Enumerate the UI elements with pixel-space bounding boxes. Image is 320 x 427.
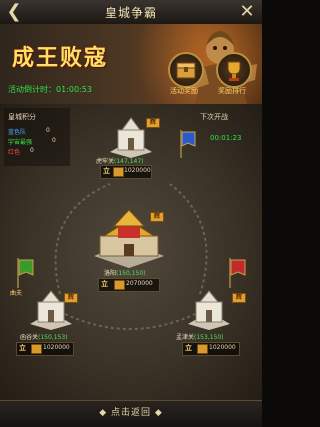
luoyang-gold-icon [114,280,125,290]
right-ornament-icon: ◆ [154,408,163,418]
ranking-trophy-icon [227,61,241,81]
faction-red-name: 红色 [8,149,21,156]
return-button[interactable]: ◆ 点击返回 ◆ [70,404,192,422]
faction-green-score: 0 [52,137,56,144]
hangu-reward: 1020000 [43,344,70,351]
ranking-button[interactable] [216,52,252,88]
mengjin-tag: 辉 [232,293,246,303]
return-label: 点击返回 [110,408,151,418]
hulao-li: 立 [103,167,110,175]
left-ornament-icon: ◆ [99,408,108,418]
hulao-coords: (147,147) [114,158,144,165]
luoyang-name: 洛阳 [104,270,117,277]
hulao-name: 虎牢关 [96,158,115,165]
hulao-tag: 辉 [146,118,160,128]
player-flag-label: 曲夫 [10,290,23,297]
event-reward-button[interactable] [168,52,204,88]
mengjin-fortress-icon[interactable] [186,288,232,330]
hangu-fortress-icon[interactable] [28,288,74,330]
close-icon[interactable]: ✕ [236,2,258,22]
hangu-name: 函谷关 [20,334,39,341]
luoyang-coords: (150,150) [116,270,146,277]
luoyang-li: 立 [101,280,108,288]
mengjin-coords: (153,150) [194,334,224,341]
reward-chest-icon [176,62,196,79]
game-screen: { "header": {"title": "皇城争霸", "back_icon… [0,0,262,427]
hulao-reward: 1020000 [124,167,151,174]
mengjin-label: 孟津关(153,150) [176,332,224,341]
mengjin-gold-icon [197,344,208,354]
luoyang-reward: 2070000 [126,280,153,287]
faction-red-score: 0 [30,147,34,154]
blue-flag-icon [180,130,196,158]
mengjin-name: 孟津关 [176,334,195,341]
faction-green-name: 宇宙最强 [8,139,33,146]
mengjin-reward: 1020000 [209,344,236,351]
faction-blue-score: 0 [46,127,50,134]
faction-blue-name: 蓝色队 [8,129,27,136]
hangu-li: 立 [19,344,26,352]
event-reward-label: 活动奖励 [170,87,198,95]
event-countdown: 活动倒计时：01:00:53 [8,85,92,94]
luoyang-tag: 辉 [150,212,164,222]
event-title: 成王败寇 [12,45,109,71]
next-war-label: 下次开战 [200,113,228,121]
ranking-label: 奖励排行 [218,87,246,95]
hulao-label: 虎牢关(147,147) [96,156,144,165]
mengjin-li: 立 [185,344,192,352]
red-flag-icon [229,258,246,288]
luoyang-label: 洛阳(150,150) [104,268,146,277]
next-war-timer: 00:01:23 [210,134,242,142]
green-flag-icon [17,258,34,288]
score-panel-title: 皇城积分 [8,113,36,121]
page-title: 皇城争霸 [104,6,157,20]
hulao-gold-icon [113,167,124,177]
hangu-gold-icon [31,344,42,354]
hangu-coords: (150,153) [38,334,68,341]
hangu-label: 函谷关(150,153) [20,332,68,341]
